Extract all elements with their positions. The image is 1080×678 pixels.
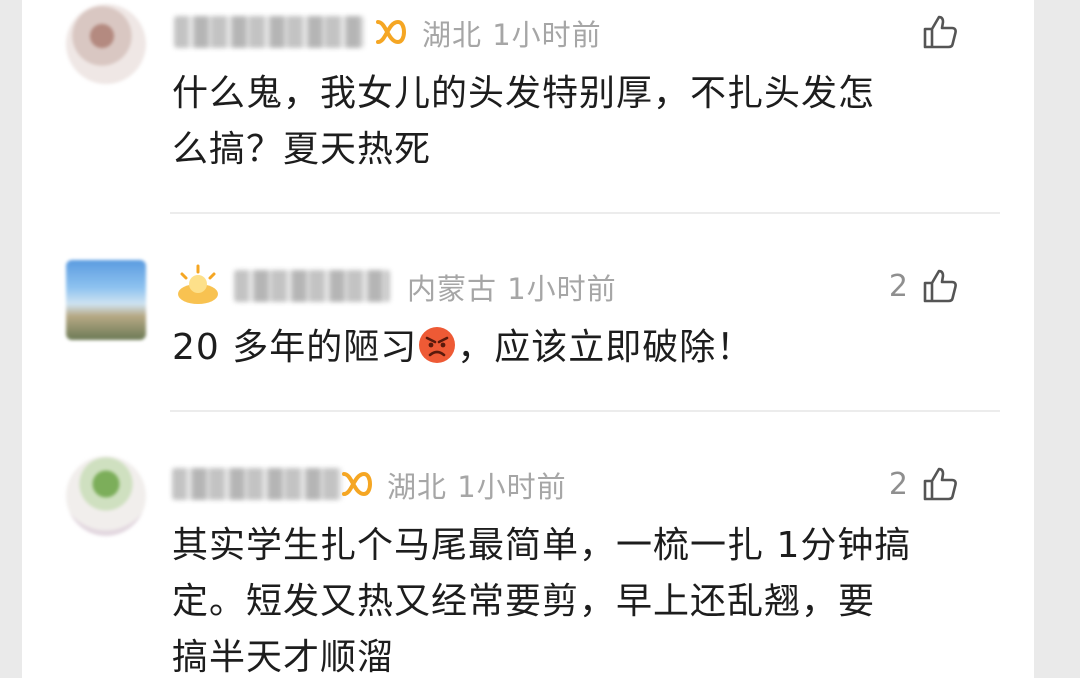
thumbs-up-icon — [923, 269, 957, 303]
comment-item: 内蒙古 1小时前 2 20 多年的陋习 ，应该立即破除！ — [22, 214, 1034, 412]
comment-line: 什么鬼，我女儿的头发特别厚，不扎头发怎 — [172, 73, 876, 114]
vip-badge-icon — [376, 19, 406, 45]
comment-text-part: 20 多年的陋习 — [172, 327, 418, 368]
like-button[interactable] — [908, 14, 958, 50]
comment-item: 湖北 1小时前 2 其实学生扎个马尾最简单，一梳一扎 1分钟搞 定。短发又热又经… — [22, 412, 1034, 678]
like-count: 2 — [888, 268, 908, 304]
comment-meta: 内蒙古 1小时前 — [407, 266, 617, 308]
timestamp: 1小时前 — [457, 470, 567, 504]
comment-meta: 湖北 1小时前 — [387, 464, 567, 506]
comment-text-part: ，应该立即破除！ — [457, 327, 754, 368]
like-button[interactable]: 2 — [889, 466, 958, 502]
username-blurred[interactable] — [174, 16, 364, 48]
comment-meta: 湖北 1小时前 — [422, 12, 602, 54]
comment-line: 其实学生扎个马尾最简单，一梳一扎 1分钟搞 — [172, 525, 912, 566]
comment-text: 其实学生扎个马尾最简单，一梳一扎 1分钟搞 定。短发又热又经常要剪，早上还乱翘，… — [172, 518, 972, 678]
avatar[interactable] — [66, 456, 146, 536]
timestamp: 1小时前 — [492, 18, 602, 52]
username-blurred[interactable] — [172, 468, 342, 500]
like-button[interactable]: 2 — [889, 268, 958, 304]
avatar[interactable] — [66, 260, 146, 340]
timestamp: 1小时前 — [507, 272, 617, 306]
thumbs-up-icon — [923, 15, 957, 49]
comment-item: 湖北 1小时前 什么鬼，我女儿的头发特别厚，不扎头发怎 么搞？夏天热死 — [22, 0, 1034, 214]
comment-list: 湖北 1小时前 什么鬼，我女儿的头发特别厚，不扎头发怎 么搞？夏天热死 内蒙古 … — [22, 0, 1034, 678]
username-blurred[interactable] — [234, 270, 390, 302]
angry-face-emoji — [419, 327, 456, 363]
like-count: 2 — [888, 466, 908, 502]
comment-line: 搞半天才顺溜 — [172, 637, 395, 678]
comment-text: 什么鬼，我女儿的头发特别厚，不扎头发怎 么搞？夏天热死 — [172, 66, 972, 178]
thumbs-up-icon — [923, 467, 957, 501]
comment-line: 定。短发又热又经常要剪，早上还乱翘，要 — [172, 581, 876, 622]
location: 湖北 — [422, 18, 483, 52]
sun-badge-icon — [178, 264, 218, 304]
vip-badge-icon — [342, 471, 372, 497]
location: 内蒙古 — [407, 272, 498, 306]
comment-line: 么搞？夏天热死 — [172, 129, 432, 170]
avatar[interactable] — [66, 4, 146, 84]
comment-text: 20 多年的陋习 ，应该立即破除！ — [172, 320, 972, 376]
location: 湖北 — [387, 470, 448, 504]
